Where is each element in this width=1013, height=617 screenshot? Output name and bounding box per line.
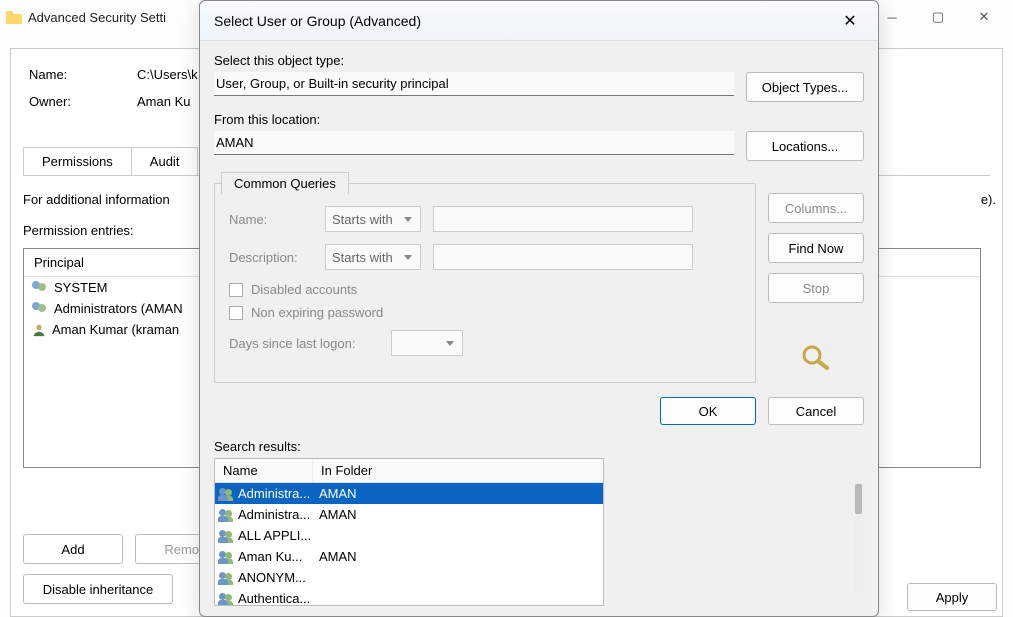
- ok-button[interactable]: OK: [660, 397, 756, 425]
- user-icon: [32, 323, 46, 337]
- object-type-label: Select this object type:: [214, 53, 864, 68]
- desc-combo[interactable]: Starts with: [325, 244, 421, 270]
- entry-label: Administrators (AMAN: [54, 301, 183, 316]
- select-user-dialog: Select User or Group (Advanced) ✕ Select…: [199, 0, 879, 617]
- result-name: ANONYM...: [238, 570, 306, 585]
- result-folder: AMAN: [313, 486, 603, 501]
- tab-auditing[interactable]: Audit: [131, 147, 199, 175]
- results-header: Name In Folder: [215, 459, 603, 483]
- non-expiring-label: Non expiring password: [251, 305, 383, 320]
- result-row[interactable]: Administra...AMAN: [215, 504, 603, 525]
- owner-label: Owner:: [29, 94, 137, 109]
- dialog-titlebar: Select User or Group (Advanced) ✕: [200, 1, 878, 41]
- location-input[interactable]: [214, 131, 734, 155]
- cancel-button[interactable]: Cancel: [768, 397, 864, 425]
- results-scrollbar[interactable]: [854, 482, 864, 592]
- locations-button[interactable]: Locations...: [746, 131, 864, 161]
- result-row[interactable]: ALL APPLI...: [215, 525, 603, 546]
- stop-button[interactable]: Stop: [768, 273, 864, 303]
- result-row[interactable]: Aman Ku... AMAN: [215, 546, 603, 567]
- result-folder: AMAN: [313, 549, 603, 564]
- bg-tabs: Permissions Audit: [23, 147, 197, 175]
- columns-button[interactable]: Columns...: [768, 193, 864, 223]
- close-icon[interactable]: ✕: [836, 7, 864, 35]
- principal-icon: [218, 592, 234, 606]
- entry-label: SYSTEM: [54, 280, 107, 295]
- search-results-label: Search results:: [200, 439, 878, 458]
- dialog-body: Select this object type: Object Types...…: [200, 41, 878, 383]
- disabled-accounts-label: Disabled accounts: [251, 282, 357, 297]
- group-icon: [32, 302, 48, 316]
- disable-inheritance-button[interactable]: Disable inheritance: [23, 574, 173, 604]
- add-button[interactable]: Add: [23, 534, 123, 564]
- scrollbar-thumb[interactable]: [855, 484, 862, 514]
- object-types-button[interactable]: Object Types...: [746, 72, 864, 102]
- principal-icon: [218, 487, 234, 501]
- result-name: Authentica...: [238, 591, 310, 606]
- result-name: Administra...: [238, 486, 310, 501]
- result-name: ALL APPLI...: [238, 528, 311, 543]
- window-controls: ─ ▢ ✕: [869, 1, 1007, 33]
- search-results-table[interactable]: Name In Folder Administra...AMANAdminist…: [214, 458, 604, 606]
- location-label: From this location:: [214, 112, 864, 127]
- entry-label: Aman Kumar (kraman: [52, 322, 179, 337]
- common-queries-group: Common Queries Name: Starts with Descrip…: [214, 183, 756, 383]
- tab-permissions[interactable]: Permissions: [23, 147, 132, 175]
- close-button[interactable]: ✕: [961, 1, 1007, 33]
- result-row[interactable]: Administra...AMAN: [215, 483, 603, 504]
- name-combo[interactable]: Starts with: [325, 206, 421, 232]
- group-icon: [32, 281, 48, 295]
- col-folder-header[interactable]: In Folder: [313, 459, 603, 482]
- dialog-title: Select User or Group (Advanced): [214, 13, 421, 29]
- name-filter-input[interactable]: [433, 206, 693, 232]
- principal-icon: [218, 571, 234, 585]
- object-type-input[interactable]: [214, 72, 734, 96]
- bg-window-title: Advanced Security Setti: [28, 10, 166, 25]
- owner-value: Aman Ku: [137, 94, 190, 109]
- principal-icon: [218, 529, 234, 543]
- trailing-text: e).: [981, 192, 996, 207]
- result-row[interactable]: ANONYM...: [215, 567, 603, 588]
- query-name-label: Name:: [229, 212, 313, 227]
- principal-icon: [218, 550, 234, 564]
- non-expiring-checkbox[interactable]: [229, 306, 243, 320]
- find-now-button[interactable]: Find Now: [768, 233, 864, 263]
- result-name: Aman Ku...: [238, 549, 302, 564]
- result-folder: AMAN: [313, 507, 603, 522]
- desc-filter-input[interactable]: [433, 244, 693, 270]
- common-queries-tab[interactable]: Common Queries: [221, 172, 349, 195]
- result-row[interactable]: Authentica...: [215, 588, 603, 606]
- apply-button[interactable]: Apply: [907, 583, 997, 611]
- maximize-button[interactable]: ▢: [915, 1, 961, 33]
- days-since-logon-label: Days since last logon:: [229, 336, 379, 351]
- col-name-header[interactable]: Name: [215, 459, 313, 482]
- name-label: Name:: [29, 67, 137, 82]
- principal-icon: [218, 508, 234, 522]
- query-desc-label: Description:: [229, 250, 313, 265]
- search-icon: [800, 343, 832, 374]
- folder-icon: [6, 11, 22, 24]
- name-value: C:\Users\k: [137, 67, 198, 82]
- disabled-accounts-checkbox[interactable]: [229, 283, 243, 297]
- result-name: Administra...: [238, 507, 310, 522]
- days-combo[interactable]: [391, 330, 463, 356]
